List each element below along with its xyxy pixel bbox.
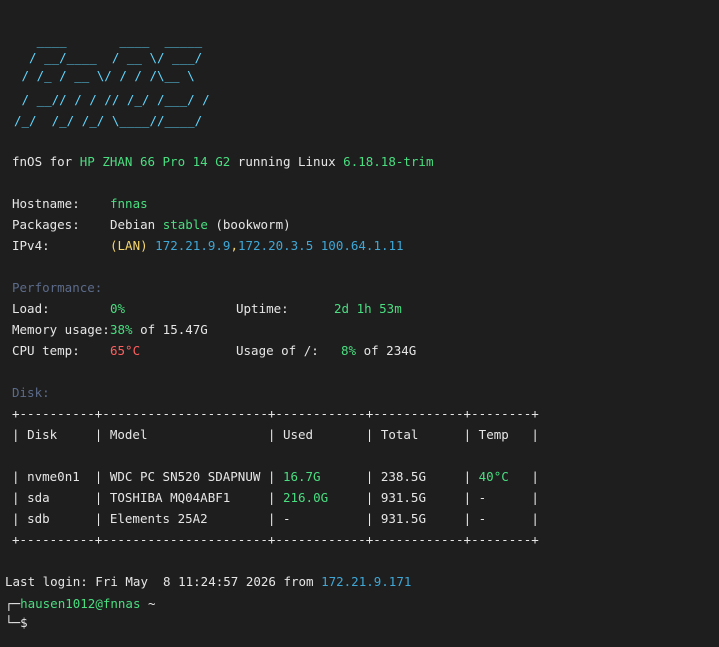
os-name: fnOS — [12, 154, 43, 169]
cell-model: Elements 25A2 — [109, 511, 208, 526]
hostname-label: Hostname: — [12, 196, 80, 211]
system-banner: fnOS for HP ZHAN 66 Pro 14 G2 running Li… — [12, 154, 433, 170]
packages-codename: (bookworm) — [215, 217, 291, 232]
disk-heading: Disk: — [12, 385, 50, 400]
ipv4-address-3: 100.64.1.11 — [320, 238, 404, 253]
cell-model: WDC PC SN520 SDAPNUW — [109, 469, 261, 484]
prompt-user-host: hausen1012@fnnas — [20, 596, 141, 611]
col-header-temp: Temp — [478, 427, 509, 442]
terminal-window[interactable]: ____ ____ _____ / __/____ / __ \/ ___/ /… — [0, 0, 719, 647]
running-word: running — [230, 154, 298, 169]
cpu-temp-value: 65°C — [110, 343, 141, 358]
ipv4-label: IPv4: — [12, 238, 50, 253]
ipv4-address-1: 172.21.9.9 — [155, 238, 231, 253]
last-login-text: Last login: Fri May 8 11:24:57 2026 from — [5, 574, 322, 589]
ipv4-address-2: 172.20.3.5 — [237, 238, 314, 253]
for-word: for — [42, 154, 80, 169]
cell-model: TOSHIBA MQ04ABF1 — [109, 490, 231, 505]
uptime-label: Uptime: — [236, 301, 289, 316]
packages-channel: stable — [162, 217, 208, 232]
col-header-used: Used — [282, 427, 314, 442]
packages-distro: Debian — [110, 217, 156, 232]
logo-line-1: ____ ____ _____ — [14, 33, 203, 48]
cell-temp: - — [478, 490, 487, 505]
cell-temp: 40°C — [478, 469, 509, 484]
table-row: | sdb | Elements 25A2 | - | 931.5G | - | — [12, 511, 539, 526]
ipv4-value: (LAN) 172.21.9.9,172.20.3.5 100.64.1.11 — [110, 238, 404, 254]
col-header-disk: Disk — [27, 427, 58, 442]
logo-line-2: / __/____ / __ \/ ___/ — [14, 50, 203, 65]
ipv4-lan-tag: (LAN) — [110, 238, 148, 253]
cell-disk: sda — [27, 490, 50, 505]
cell-disk: sdb — [27, 511, 50, 526]
cell-used: 216.0G — [282, 490, 329, 505]
ipv4-separator: , — [230, 238, 238, 253]
memory-label: Memory usage: — [12, 322, 110, 337]
logo-line-5: /_/ /_/ /_/ \____//____/ — [14, 113, 203, 128]
disk-usage-value: 8% of 234G — [341, 343, 416, 359]
machine-model: HP ZHAN 66 Pro 14 G2 — [79, 154, 231, 169]
disk-table-border-mid — [12, 448, 539, 464]
kernel-version: 6.18.18-trim — [343, 154, 434, 169]
kernel-name: Linux — [298, 154, 336, 169]
logo-line-3: / /_ / __ \/ / / /\__ \ — [14, 68, 195, 83]
memory-value: 38% of 15.47G — [110, 322, 208, 338]
disk-usage-label: Usage of /: — [236, 343, 319, 358]
cell-used: - — [282, 511, 291, 526]
cell-disk: nvme0n1 — [27, 469, 80, 484]
load-label: Load: — [12, 301, 50, 316]
load-value: 0% — [110, 301, 126, 316]
prompt-input-line[interactable]: └─$ — [5, 615, 28, 631]
disk-table-border-bottom: +----------+----------------------+-----… — [12, 532, 539, 547]
cell-total: 931.5G — [380, 511, 426, 526]
table-row: | nvme0n1 | WDC PC SN520 SDAPNUW | 16.7G… — [12, 469, 539, 484]
col-header-model: Model — [109, 427, 148, 442]
cell-used: 16.7G — [282, 469, 321, 484]
memory-percent: 38% — [110, 322, 133, 337]
hostname-value: fnnas — [110, 196, 148, 211]
last-login-ip: 172.21.9.171 — [321, 574, 412, 589]
disk-usage-percent: 8% — [341, 343, 357, 358]
cell-total: 931.5G — [380, 490, 426, 505]
disk-table-border-top: +----------+----------------------+-----… — [12, 406, 539, 421]
packages-label: Packages: — [12, 217, 80, 232]
prompt-corner-top: ┌─ — [5, 596, 21, 611]
cell-temp: - — [478, 511, 487, 526]
last-login-line: Last login: Fri May 8 11:24:57 2026 from… — [5, 574, 411, 590]
cell-total: 238.5G — [380, 469, 426, 484]
uptime-value: 2d 1h 53m — [334, 301, 402, 316]
prompt-top-line: ┌─hausen1012@fnnas ~ — [5, 596, 156, 612]
prompt-symbol: $ — [20, 615, 28, 630]
memory-total: of 15.47G — [132, 322, 208, 337]
disk-usage-total: of 234G — [356, 343, 417, 358]
performance-heading: Performance: — [12, 280, 103, 295]
packages-value: Debian stable (bookworm) — [110, 217, 291, 233]
table-row: | sda | TOSHIBA MQ04ABF1 | 216.0G | 931.… — [12, 490, 539, 505]
prompt-corner-bottom: └─ — [5, 615, 21, 630]
col-header-total: Total — [380, 427, 419, 442]
cpu-temp-label: CPU temp: — [12, 343, 80, 358]
prompt-path: ~ — [140, 596, 156, 611]
disk-table-header-row: | Disk | Model | Used | Total | Temp | — [12, 427, 539, 442]
logo-line-4: / __// / / // /_/ /___/ / — [14, 92, 210, 107]
